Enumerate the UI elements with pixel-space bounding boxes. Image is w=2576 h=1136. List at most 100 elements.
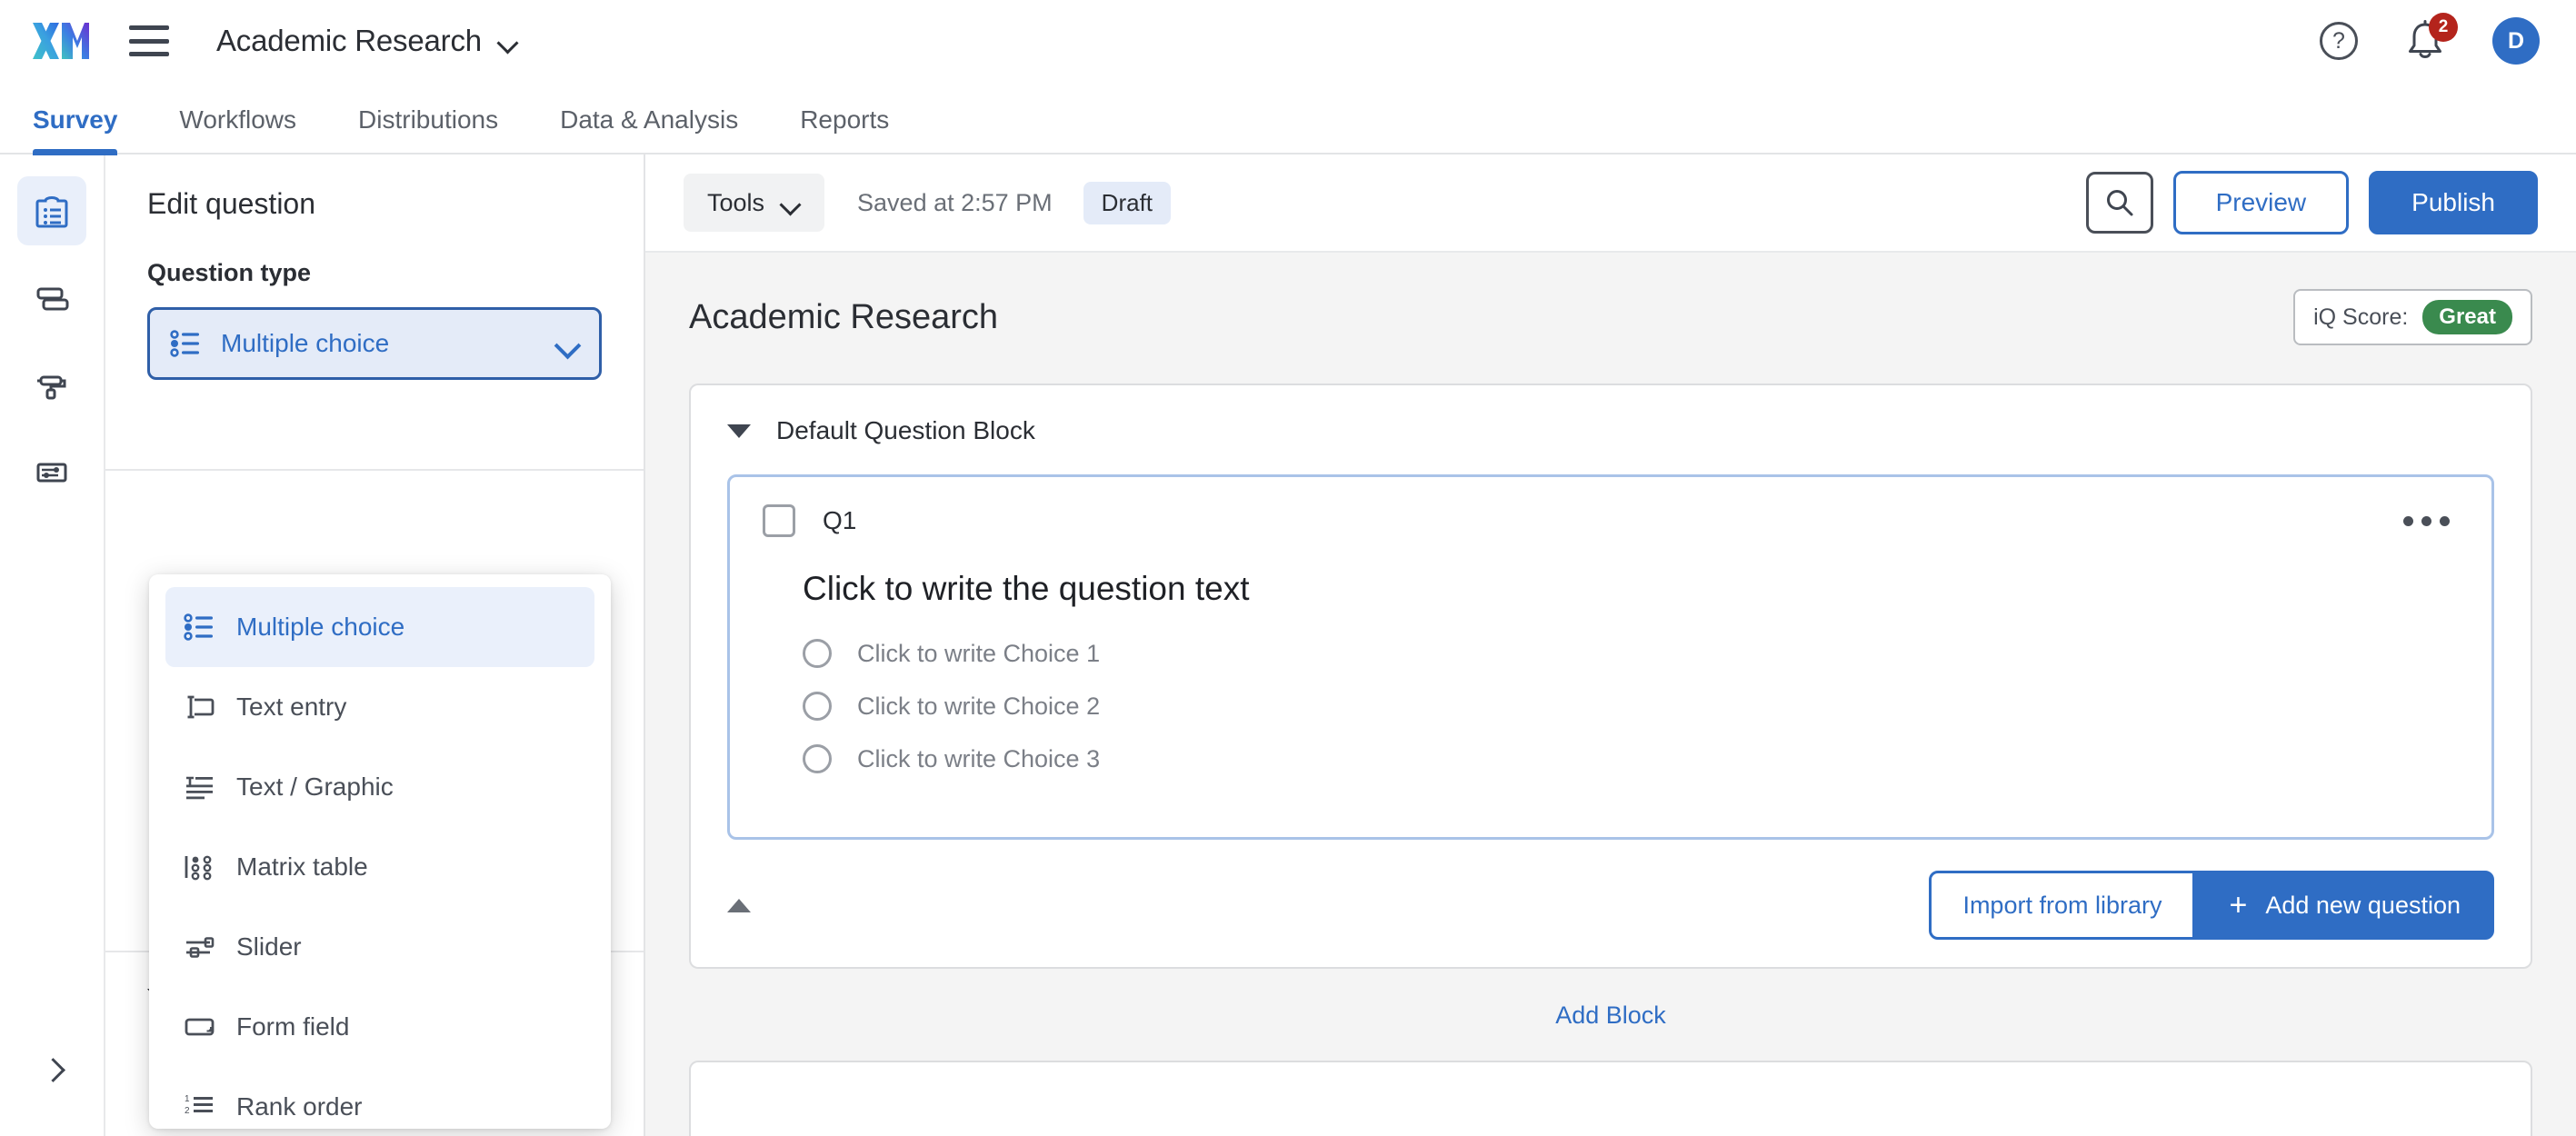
import-from-library-button[interactable]: Import from library bbox=[1929, 871, 2195, 940]
dropdown-item-label: Matrix table bbox=[236, 852, 368, 882]
help-glyph: ? bbox=[2332, 28, 2345, 55]
question-id: Q1 bbox=[823, 506, 856, 535]
dropdown-item-text-graphic[interactable]: Text / Graphic bbox=[165, 747, 594, 827]
dropdown-item-label: Slider bbox=[236, 932, 302, 962]
tab-data-analysis[interactable]: Data & Analysis bbox=[560, 105, 738, 153]
more-options-icon[interactable] bbox=[2394, 507, 2459, 535]
blocks-flow-icon bbox=[34, 280, 70, 316]
dropdown-item-matrix-table[interactable]: Matrix table bbox=[165, 827, 594, 907]
help-circle-icon: ? bbox=[2320, 22, 2358, 60]
publish-button[interactable]: Publish bbox=[2369, 171, 2538, 234]
top-bar: Academic Research ? 2 D bbox=[0, 0, 2576, 82]
top-bar-actions: ? 2 D bbox=[2320, 17, 2540, 65]
next-block-card-partial bbox=[689, 1061, 2532, 1136]
dropdown-item-label: Multiple choice bbox=[236, 613, 404, 642]
notification-badge: 2 bbox=[2429, 13, 2458, 42]
canvas-header: Academic Research iQ Score: Great bbox=[689, 289, 2532, 345]
notification-bell-icon: 2 bbox=[2405, 20, 2445, 62]
radio-icon bbox=[803, 639, 832, 668]
iq-score-value: Great bbox=[2422, 300, 2512, 334]
block-title[interactable]: Default Question Block bbox=[776, 416, 1035, 445]
dropdown-item-rank-order[interactable]: 1 2 Rank order bbox=[165, 1067, 594, 1129]
rail-item-survey-options[interactable] bbox=[17, 438, 86, 507]
choice-row[interactable]: Click to write Choice 3 bbox=[803, 744, 2459, 773]
survey-name-label: Academic Research bbox=[216, 24, 482, 58]
choice-row[interactable]: Click to write Choice 2 bbox=[803, 692, 2459, 721]
survey-toolbar: Tools Saved at 2:57 PM Draft Preview Pub… bbox=[645, 154, 2576, 253]
saved-status-text: Saved at 2:57 PM bbox=[857, 189, 1053, 217]
matrix-table-icon bbox=[184, 853, 215, 881]
rail-item-look-and-feel[interactable] bbox=[17, 351, 86, 420]
add-block-link[interactable]: Add Block bbox=[689, 1001, 2532, 1030]
slider-icon bbox=[184, 933, 215, 961]
multiple-choice-icon bbox=[184, 613, 215, 641]
tab-reports[interactable]: Reports bbox=[800, 105, 889, 153]
clipboard-survey-icon bbox=[34, 193, 70, 229]
add-new-question-button[interactable]: + Add new question bbox=[2195, 871, 2494, 940]
dropdown-item-label: Form field bbox=[236, 1012, 349, 1041]
preview-button[interactable]: Preview bbox=[2173, 171, 2350, 234]
main-content: Tools Saved at 2:57 PM Draft Preview Pub… bbox=[645, 154, 2576, 1136]
dropdown-item-label: Rank order bbox=[236, 1092, 363, 1121]
chevron-down-icon bbox=[781, 197, 801, 209]
tab-workflows[interactable]: Workflows bbox=[179, 105, 296, 153]
chevron-right-icon bbox=[43, 1060, 61, 1078]
tab-distributions[interactable]: Distributions bbox=[358, 105, 498, 153]
tools-label: Tools bbox=[707, 189, 764, 217]
question-select-checkbox[interactable] bbox=[763, 504, 795, 537]
question-type-label: Question type bbox=[147, 259, 602, 287]
search-button[interactable] bbox=[2086, 172, 2153, 234]
multiple-choice-icon bbox=[170, 330, 201, 357]
xm-logo[interactable] bbox=[31, 19, 91, 63]
expand-rail-button[interactable] bbox=[32, 1049, 72, 1089]
question-type-dropdown-menu: Multiple choice Text entry bbox=[149, 574, 611, 1129]
radio-icon bbox=[803, 692, 832, 721]
paint-roller-icon bbox=[34, 367, 70, 404]
plus-icon: + bbox=[2229, 890, 2247, 921]
survey-canvas: Academic Research iQ Score: Great Defaul… bbox=[645, 253, 2576, 1136]
rank-order-icon: 1 2 bbox=[184, 1093, 215, 1121]
hamburger-menu-icon[interactable] bbox=[129, 25, 169, 56]
collapse-block-icon[interactable] bbox=[727, 424, 751, 438]
choice-label: Click to write Choice 1 bbox=[857, 640, 1100, 668]
rail-item-survey-flow[interactable] bbox=[17, 264, 86, 333]
panel-hidden-row-1 bbox=[147, 380, 602, 469]
dropdown-item-slider[interactable]: Slider bbox=[165, 907, 594, 987]
options-sliders-icon bbox=[34, 454, 70, 491]
svg-text:2: 2 bbox=[185, 1106, 190, 1116]
radio-icon bbox=[803, 744, 832, 773]
dropdown-item-multiple-choice[interactable]: Multiple choice bbox=[165, 587, 594, 667]
form-field-icon bbox=[184, 1013, 215, 1041]
choice-label: Click to write Choice 3 bbox=[857, 745, 1100, 773]
choice-row[interactable]: Click to write Choice 1 bbox=[803, 639, 2459, 668]
tools-dropdown-button[interactable]: Tools bbox=[684, 174, 824, 232]
panel-hidden-row-2 bbox=[147, 471, 602, 560]
question-card[interactable]: Q1 Click to write the question text Clic… bbox=[727, 474, 2494, 840]
survey-name-dropdown[interactable]: Academic Research bbox=[216, 24, 518, 58]
notifications-button[interactable]: 2 bbox=[2405, 20, 2445, 62]
question-text[interactable]: Click to write the question text bbox=[803, 570, 2459, 608]
svg-text:1: 1 bbox=[185, 1094, 190, 1104]
dropdown-item-form-field[interactable]: Form field bbox=[165, 987, 594, 1067]
question-header: Q1 bbox=[763, 504, 2459, 537]
question-block-card: Default Question Block Q1 Click to write… bbox=[689, 384, 2532, 969]
rail-item-survey-builder[interactable] bbox=[17, 176, 86, 245]
question-type-select[interactable]: Multiple choice bbox=[147, 307, 602, 380]
dropdown-item-label: Text entry bbox=[236, 693, 346, 722]
block-header: Default Question Block bbox=[727, 416, 2494, 445]
block-actions: Import from library + Add new question bbox=[727, 871, 2494, 940]
help-button[interactable]: ? bbox=[2320, 22, 2358, 60]
iq-score-badge[interactable]: iQ Score: Great bbox=[2293, 289, 2532, 345]
page-title: Academic Research bbox=[689, 298, 998, 337]
search-icon bbox=[2104, 187, 2135, 218]
left-icon-rail bbox=[0, 154, 105, 1136]
dropdown-item-label: Text / Graphic bbox=[236, 772, 394, 802]
collapse-up-icon[interactable] bbox=[727, 899, 751, 912]
main-tab-bar: Survey Workflows Distributions Data & An… bbox=[0, 82, 2576, 154]
avatar[interactable]: D bbox=[2492, 17, 2540, 65]
tab-survey[interactable]: Survey bbox=[33, 105, 117, 153]
choice-label: Click to write Choice 2 bbox=[857, 693, 1100, 721]
dropdown-item-text-entry[interactable]: Text entry bbox=[165, 667, 594, 747]
toolbar-actions: Preview Publish bbox=[2086, 171, 2538, 234]
text-graphic-icon bbox=[184, 773, 215, 801]
